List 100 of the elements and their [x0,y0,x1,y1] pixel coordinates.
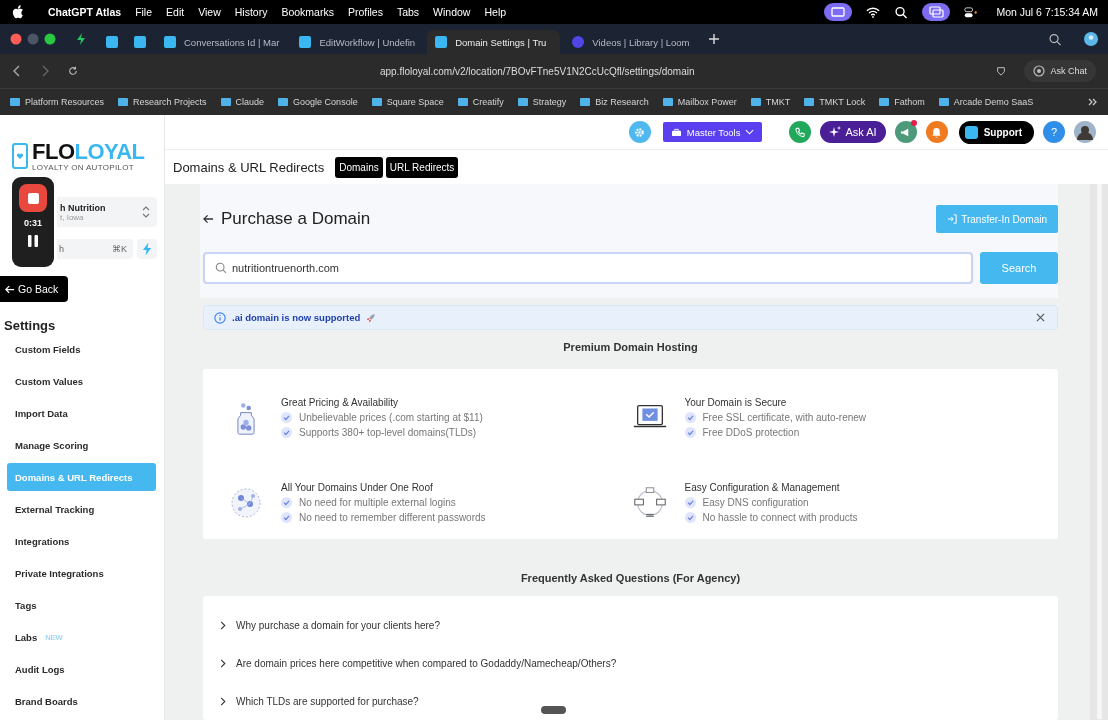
section-heading: Premium Domain Hosting [562,341,699,354]
address-field[interactable]: app.floloyal.com/v2/location/7BOvFTne5V1N2CcUcQfl/settings/domain [96,65,979,77]
sidebar-item[interactable]: Brand Boards [7,687,156,715]
bell-icon [931,126,943,138]
notifications-button[interactable] [925,121,948,143]
shield-icon[interactable] [996,65,1007,77]
phone-icon [795,126,806,138]
feature-title: Your Domain is Secure [684,397,788,409]
sidebar-item[interactable]: External Tracking [7,495,156,523]
sign-in-icon [947,214,958,224]
bookmark[interactable]: TMKT Lock [804,97,866,107]
bookmark[interactable]: TMKT [750,97,791,107]
pause-icon[interactable] [27,234,39,248]
check-badge-icon [281,497,292,509]
close-icon[interactable] [1036,313,1045,323]
info-icon [214,311,226,324]
browser-tab[interactable]: EditWorkflow | Undefin [291,30,424,54]
phone-button[interactable] [789,121,812,143]
window-controls-drawing[interactable] [10,33,58,45]
bolt-icon [141,242,153,256]
menubar-clock[interactable]: Mon Jul 6 7:15:34 AM [996,6,1098,18]
search-icon[interactable] [1048,32,1062,46]
bookmark[interactable]: Research Projects [118,97,207,107]
section-heading: Frequently Asked Questions (For Agency) [519,572,742,584]
feature-point: Free SSL certificate, with auto-renew [702,412,867,424]
new-tab-button[interactable] [707,33,720,45]
menu-item[interactable]: History [234,6,268,18]
menu-item[interactable]: Window [433,6,471,18]
check-badge-icon [281,427,292,439]
back-arrow-icon[interactable] [203,214,214,224]
logo-wordmark: FLOLOYAL [32,140,145,163]
feature-point: Unbelievable prices (.com starting at $11) [299,412,483,424]
menu-item[interactable]: Tabs [396,6,420,18]
feature-point: Free DDoS protection [702,427,800,439]
stop-recording-button[interactable] [19,184,47,212]
sidebar-item[interactable]: Audit Logs [7,655,156,683]
app-menu[interactable]: ChatGPT Atlas [48,6,122,18]
reload-icon[interactable] [68,65,78,77]
page-tab[interactable]: URL Redirects [385,156,459,178]
sparkle-icon [829,126,842,138]
wifi-icon[interactable] [866,5,881,19]
bookmark[interactable]: Strategy [517,97,567,107]
menu-item[interactable]: Profiles [347,6,383,18]
updown-icon [142,206,150,218]
faq-item[interactable]: Are domain prices here competitive when compared to Godaddy/Namecheap/Others? [203,644,1058,682]
menu-item[interactable]: Help [484,6,507,18]
browser-tab[interactable]: Videos | Library | Loom [564,30,698,54]
recording-time: 0:31 [24,218,42,228]
apple-icon[interactable] [12,5,24,19]
search-icon[interactable] [894,5,909,19]
bookmark[interactable]: Square Space [371,97,444,107]
menu-item[interactable]: Bookmarks [281,6,334,18]
announcements-button[interactable] [894,121,917,143]
chat-icon [1033,65,1046,77]
bookmark[interactable]: Google Console [278,97,358,107]
bookmark[interactable]: Claude [220,97,265,107]
section-title: Purchase a Domain [221,209,371,229]
chevron-right-icon [220,696,226,706]
account-switcher[interactable]: h Nutrition t, Iowa [57,197,157,227]
bolt-icon[interactable] [74,32,88,46]
faq-item[interactable]: Why purchase a domain for your clients here? [203,606,1058,644]
more-bookmarks-icon[interactable] [1088,98,1098,106]
bookmark[interactable]: Platform Resources [10,97,105,107]
sidebar-item[interactable]: Manage Scoring [7,431,156,459]
master-tools-button[interactable]: Master Tools [662,122,763,142]
screen-share-icon[interactable] [824,3,853,21]
domain-search-field[interactable]: nutritiontruenorth.com [203,252,973,284]
browser-tab[interactable]: Conversations Id | Mar [156,30,288,54]
faq-item[interactable]: Which TLDs are supported for purchase? [203,682,1058,720]
back-icon[interactable] [12,65,22,77]
control-center-icon[interactable] [964,5,979,19]
browser-tab[interactable]: Domain Settings | Tru [427,30,561,54]
bookmark[interactable]: Mailbox Power [662,97,737,107]
profile-avatar-icon[interactable] [1084,32,1098,46]
go-back-button[interactable]: Go Back [0,276,69,302]
forward-icon[interactable] [40,65,50,77]
user-avatar-icon[interactable] [1074,121,1096,143]
page-tab[interactable]: Domains [335,156,383,178]
window-icon[interactable] [922,3,951,21]
ask-chat-button[interactable]: Ask Chat [1024,60,1096,82]
check-badge-icon [684,497,696,509]
menu-item[interactable]: File [135,6,153,18]
sidebar-item[interactable]: Import Data [7,399,156,427]
sidebar-item[interactable]: Custom Values [7,367,156,395]
bookmark[interactable]: Biz Research [580,97,649,107]
sidebar-item[interactable]: Custom Fields [7,335,156,363]
sidebar-item[interactable]: Integrations [7,527,156,555]
rocket-icon [366,312,377,323]
support-button[interactable]: Support [958,120,1034,144]
menu-item[interactable]: Edit [166,6,185,18]
ask-ai-button[interactable]: Ask AI [820,121,886,143]
search-field[interactable]: h ⌘K [57,239,133,259]
drag-handle[interactable] [541,706,566,714]
bookmark[interactable]: Arcade Demo SaaS [938,97,1034,107]
sidebar-item[interactable]: Tags [7,591,156,619]
check-badge-icon [281,512,292,524]
bookmark[interactable]: Creatify [457,97,504,107]
menu-item[interactable]: View [198,6,221,18]
bookmark[interactable]: Fathom [879,97,925,107]
sidebar-item[interactable]: Private Integrations [7,559,156,587]
